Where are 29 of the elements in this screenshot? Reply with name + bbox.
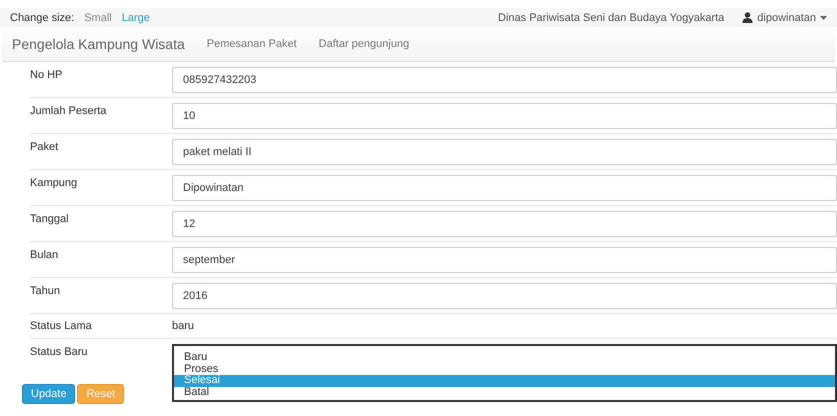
input-field[interactable]: paket melati II [172, 139, 837, 165]
input-field[interactable]: 10 [172, 103, 837, 129]
caret-icon [820, 16, 827, 20]
input-field[interactable]: september [172, 247, 837, 273]
user-icon [742, 12, 754, 23]
user-menu[interactable]: dipowinatan [742, 12, 827, 24]
input-field[interactable]: 12 [172, 211, 837, 237]
brand-link[interactable]: Pengelola Kampung Wisata [12, 36, 185, 52]
organization-name: Dinas Pariwisata Seni dan Budaya Yogyakarta [498, 12, 724, 24]
input-field[interactable]: 2016 [172, 283, 837, 309]
listbox-option[interactable]: Batal [174, 386, 835, 398]
input-field[interactable]: Dipowinatan [172, 175, 837, 201]
status-listbox[interactable]: Baru Proses Selesai Batal [172, 344, 837, 402]
input-field[interactable]: 085927432203 [172, 67, 837, 93]
nav-link[interactable]: Daftar pengunjung [318, 38, 410, 50]
listbox-option[interactable]: Proses [174, 364, 835, 375]
field-label: Status Lama [30, 320, 93, 332]
field-label: Kampung [30, 176, 78, 189]
change-size-label: Change size: [10, 12, 74, 24]
field-label: Status Baru [30, 345, 88, 358]
field-label: Tahun [30, 284, 61, 297]
listbox-option[interactable]: Baru [174, 352, 835, 364]
field-label: Bulan [30, 248, 60, 261]
field-label: Jumlah Peserta [30, 104, 108, 117]
field-value: baru [172, 320, 194, 332]
field-label: No HP [30, 68, 64, 81]
field-label: Tanggal [30, 212, 70, 225]
field-label: Paket [30, 140, 60, 153]
nav-link[interactable]: Pemesanan Paket [206, 38, 297, 50]
